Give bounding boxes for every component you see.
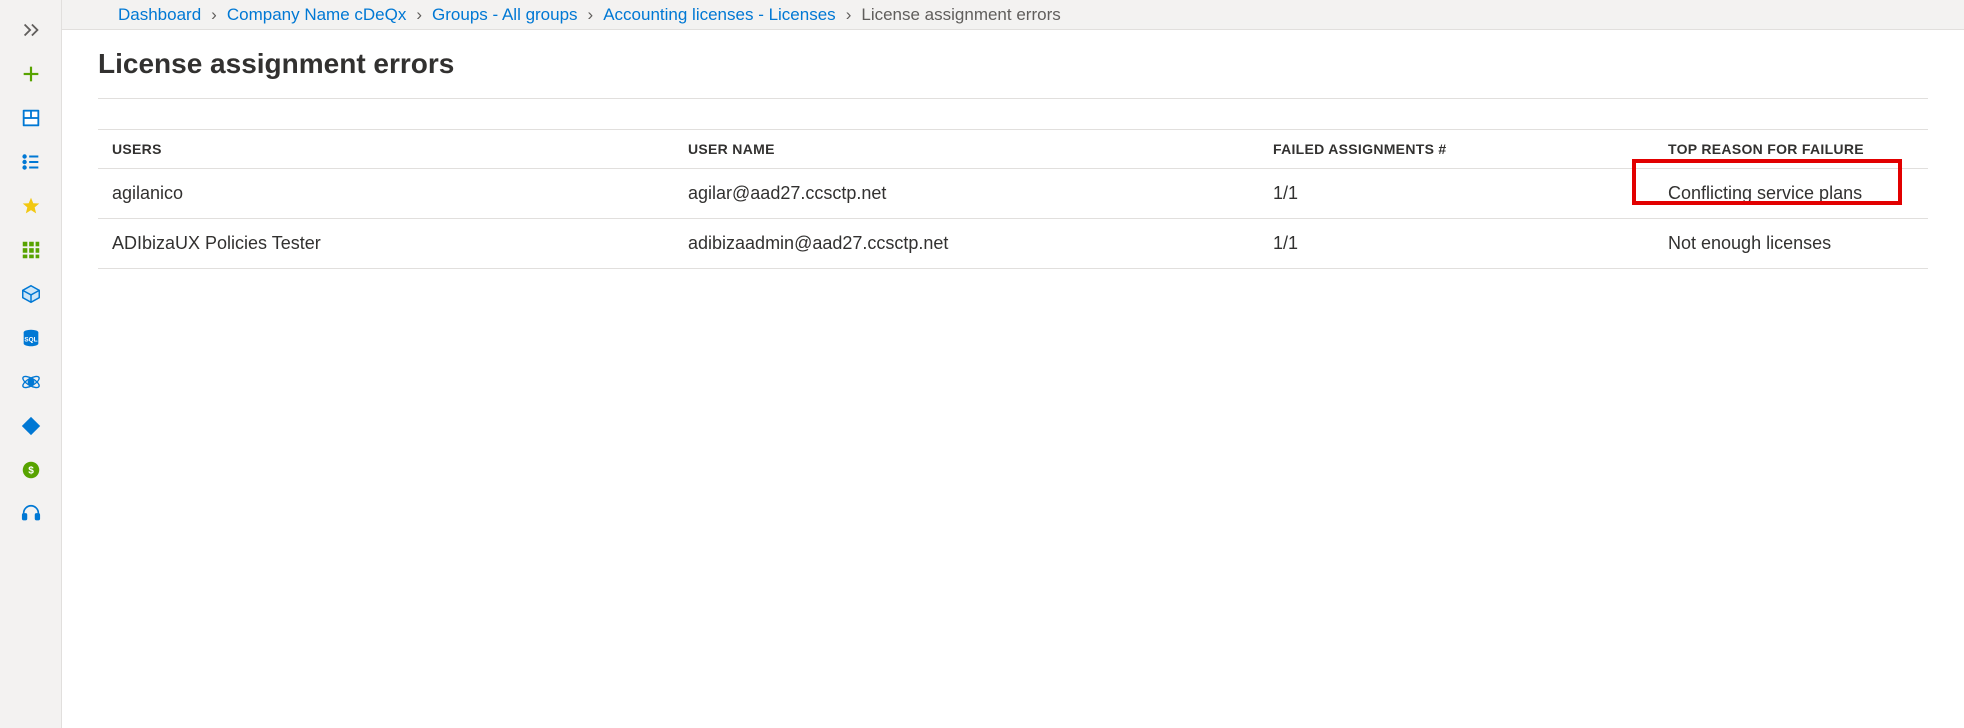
column-header-users[interactable]: Users [98, 141, 688, 157]
virtual-machines-nav-button[interactable] [0, 272, 62, 316]
dashboard-nav-button[interactable] [0, 96, 62, 140]
support-icon [20, 503, 42, 525]
breadcrumb-separator: › [211, 5, 217, 25]
list-icon [20, 151, 42, 173]
dashboard-icon [20, 107, 42, 129]
breadcrumb-separator: › [416, 5, 422, 25]
cost-nav-button[interactable]: $ [0, 448, 62, 492]
all-resources-nav-button[interactable] [0, 140, 62, 184]
breadcrumb-separator: › [846, 5, 852, 25]
page-title: License assignment errors [98, 30, 1928, 99]
cell-users: ADIbizaUX Policies Tester [98, 233, 688, 254]
column-header-reason[interactable]: Top Reason for Failure [1668, 141, 1928, 157]
svg-text:SQL: SQL [24, 337, 37, 344]
breadcrumb-link-licenses[interactable]: Accounting licenses - Licenses [603, 5, 835, 25]
support-nav-button[interactable] [0, 492, 62, 536]
sql-nav-button[interactable]: SQL [0, 316, 62, 360]
breadcrumb-link-company[interactable]: Company Name cDeQx [227, 5, 407, 25]
left-nav-rail: SQL $ [0, 0, 62, 728]
cell-username: agilar@aad27.ccsctp.net [688, 183, 1273, 204]
breadcrumb: Dashboard › Company Name cDeQx › Groups … [62, 0, 1964, 30]
breadcrumb-link-groups[interactable]: Groups - All groups [432, 5, 578, 25]
cosmos-nav-button[interactable] [0, 360, 62, 404]
table-header-row: Users User Name Failed Assignments # Top… [98, 129, 1928, 169]
devops-icon [20, 415, 42, 437]
cell-reason: Conflicting service plans [1668, 183, 1928, 204]
table-row[interactable]: ADIbizaUX Policies Tester adibizaadmin@a… [98, 219, 1928, 269]
sql-icon: SQL [20, 327, 42, 349]
errors-table: Users User Name Failed Assignments # Top… [98, 129, 1928, 269]
cell-failed: 1/1 [1273, 233, 1668, 254]
cell-username: adibizaadmin@aad27.ccsctp.net [688, 233, 1273, 254]
cosmos-icon [20, 371, 42, 393]
svg-text:$: $ [28, 466, 34, 477]
cell-failed: 1/1 [1273, 183, 1668, 204]
breadcrumb-current: License assignment errors [861, 5, 1060, 25]
cube-icon [20, 283, 42, 305]
add-icon [20, 63, 42, 85]
favorites-nav-button[interactable] [0, 184, 62, 228]
star-icon [20, 195, 42, 217]
column-header-username[interactable]: User Name [688, 141, 1273, 157]
cost-icon: $ [20, 459, 42, 481]
cell-users: agilanico [98, 183, 688, 204]
expand-icon [20, 19, 42, 41]
table-row[interactable]: agilanico agilar@aad27.ccsctp.net 1/1 Co… [98, 169, 1928, 219]
breadcrumb-link-dashboard[interactable]: Dashboard [118, 5, 201, 25]
breadcrumb-separator: › [588, 5, 594, 25]
all-services-nav-button[interactable] [0, 228, 62, 272]
column-header-failed[interactable]: Failed Assignments # [1273, 141, 1668, 157]
all-services-icon [20, 239, 42, 261]
create-resource-button[interactable] [0, 52, 62, 96]
main-panel: License assignment errors Users User Nam… [62, 30, 1964, 728]
expand-nav-button[interactable] [0, 8, 62, 52]
cell-reason: Not enough licenses [1668, 233, 1928, 254]
devops-nav-button[interactable] [0, 404, 62, 448]
